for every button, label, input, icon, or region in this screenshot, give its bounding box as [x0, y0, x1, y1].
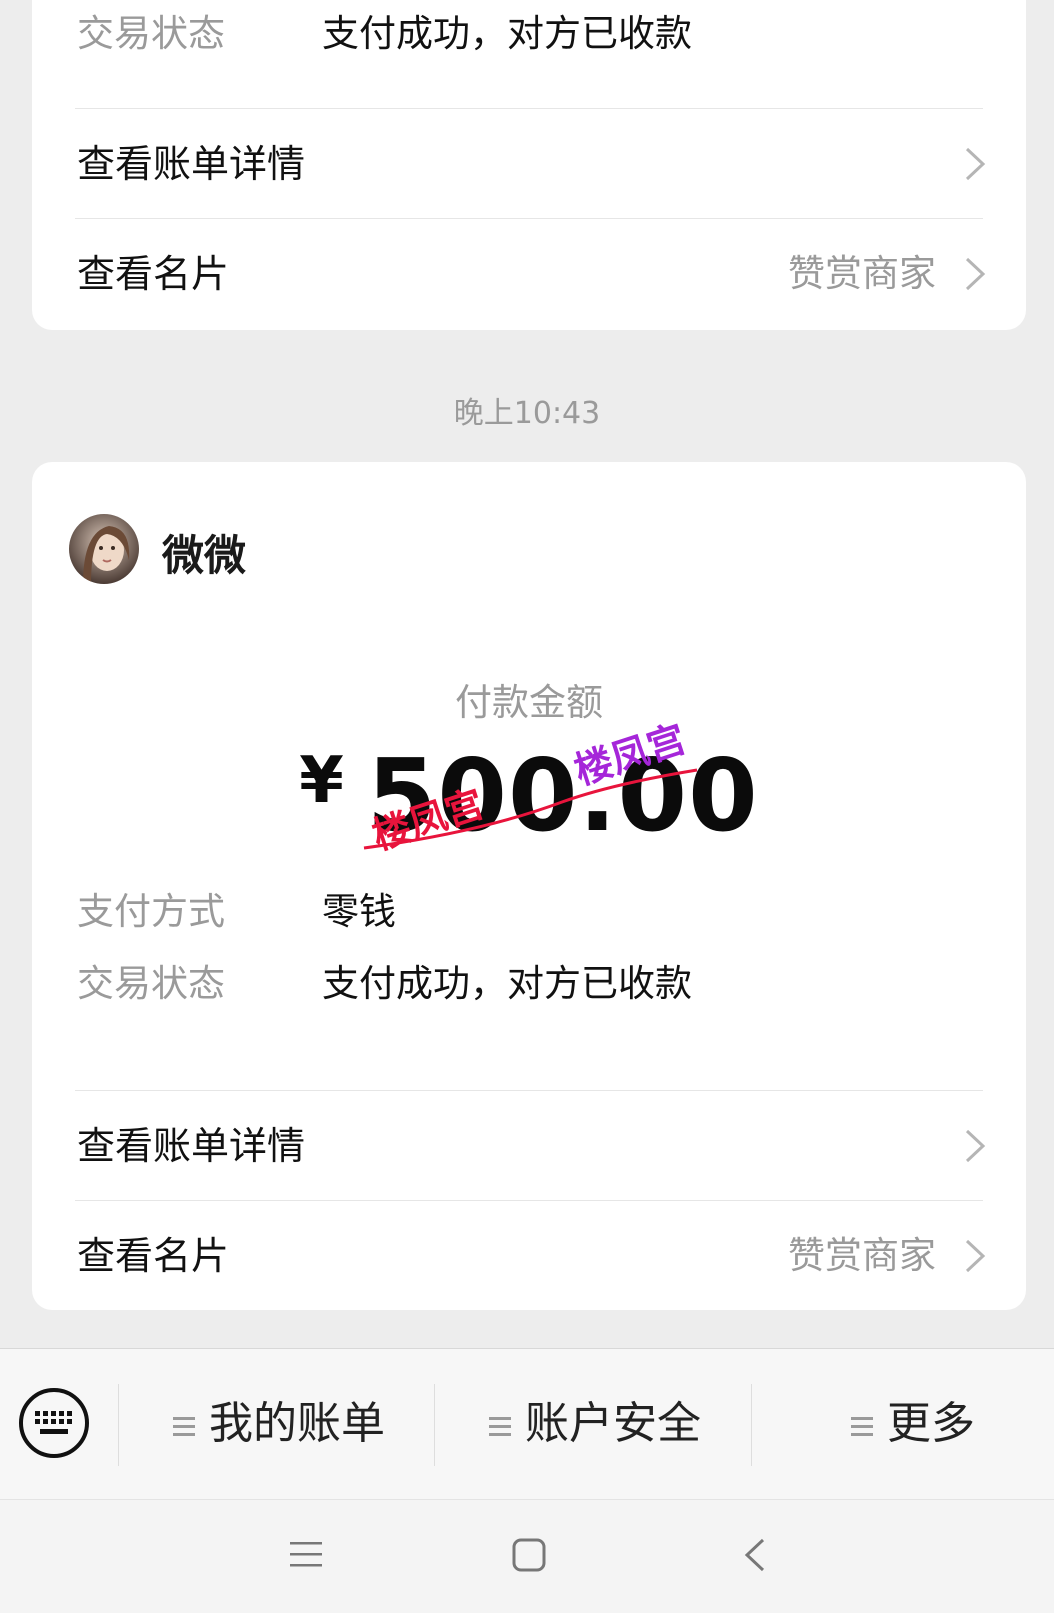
- chevron-right-icon: [965, 147, 986, 181]
- menu-separator: [118, 1384, 119, 1466]
- business-card-label: 查看名片: [77, 252, 230, 296]
- home-icon[interactable]: [512, 1538, 546, 1572]
- chevron-right-icon: [965, 257, 986, 291]
- message-timestamp: 晚上10:43: [453, 396, 601, 431]
- payment-card[interactable]: 微微 付款金额 ¥500.00 楼凤宫 楼凤宫 支付方式 零钱 交易状态 支付成功，…: [32, 462, 1026, 1310]
- status-key: 交易状态: [77, 12, 225, 55]
- menu-separator: [751, 1384, 752, 1466]
- status-value: 支付成功，对方已收款: [322, 12, 692, 55]
- merchant-label: 赞赏商家: [788, 1234, 936, 1277]
- merchant-label: 赞赏商家: [788, 252, 936, 295]
- menu-more[interactable]: 更多: [851, 1349, 975, 1499]
- business-card-row[interactable]: 查看名片 赞赏商家: [32, 219, 1026, 329]
- status-value: 支付成功，对方已收款: [322, 962, 692, 1005]
- business-card-label: 查看名片: [77, 1234, 230, 1278]
- avatar[interactable]: [69, 514, 139, 584]
- method-row: 支付方式 零钱: [77, 890, 396, 934]
- method-value: 零钱: [322, 890, 396, 933]
- menu-my-bills[interactable]: 我的账单: [173, 1349, 385, 1499]
- currency-symbol: ¥: [299, 744, 345, 818]
- bill-detail-row[interactable]: 查看账单详情: [32, 109, 1026, 219]
- chevron-right-icon: [965, 1129, 986, 1163]
- menu-icon[interactable]: [290, 1538, 322, 1570]
- status-row: 交易状态 支付成功，对方已收款: [77, 12, 692, 56]
- back-icon[interactable]: [744, 1538, 766, 1572]
- previous-payment-card: 交易状态 支付成功，对方已收款 查看账单详情 查看名片 赞赏商家: [32, 0, 1026, 330]
- bill-detail-row[interactable]: 查看账单详情: [32, 1091, 1026, 1201]
- keyboard-icon[interactable]: [18, 1387, 90, 1459]
- bill-detail-label: 查看账单详情: [77, 142, 306, 186]
- method-key: 支付方式: [77, 890, 225, 933]
- menu-label: 我的账单: [209, 1398, 385, 1449]
- menu-label: 更多: [887, 1398, 975, 1449]
- menu-separator: [434, 1384, 435, 1466]
- menu-account-security[interactable]: 账户安全: [489, 1349, 701, 1499]
- amount-label: 付款金额: [455, 681, 603, 724]
- hamburger-icon: [173, 1417, 195, 1436]
- status-key: 交易状态: [77, 962, 225, 1005]
- menu-label: 账户安全: [525, 1398, 701, 1449]
- chevron-right-icon: [965, 1239, 986, 1273]
- bill-detail-label: 查看账单详情: [77, 1124, 306, 1168]
- status-row: 交易状态 支付成功，对方已收款: [77, 962, 692, 1006]
- hamburger-icon: [851, 1417, 873, 1436]
- service-menu-bar: 我的账单 账户安全 更多: [0, 1348, 1054, 1499]
- hamburger-icon: [489, 1417, 511, 1436]
- payer-name: 微微: [162, 531, 247, 580]
- business-card-row[interactable]: 查看名片 赞赏商家: [32, 1201, 1026, 1310]
- system-nav-bar: [0, 1499, 1054, 1613]
